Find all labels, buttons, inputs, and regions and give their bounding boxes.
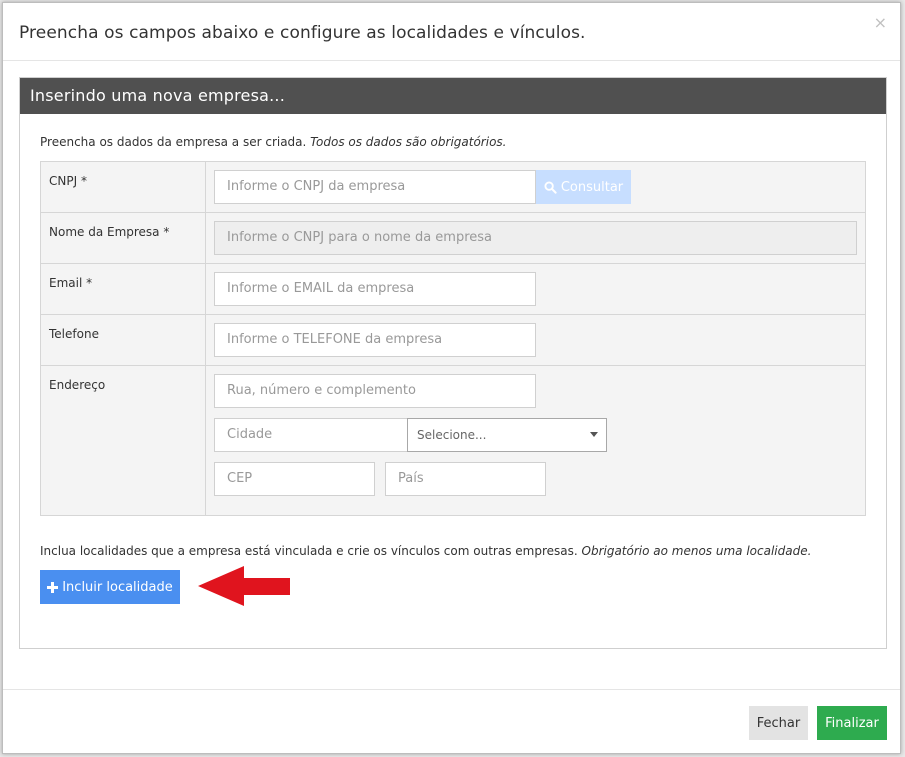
endereco-cell: Rua, número e complemento Cidade Selecio… (206, 366, 865, 515)
email-label: Email * (41, 264, 206, 314)
modal-title: Preencha os campos abaixo e configure as… (19, 23, 586, 43)
form-row-telefone: Telefone Informe o TELEFONE da empresa (41, 315, 865, 366)
form-row-endereco: Endereço Rua, número e complemento Cidad… (41, 366, 865, 515)
telefone-cell: Informe o TELEFONE da empresa (206, 315, 865, 365)
nome-label: Nome da Empresa * (41, 213, 206, 263)
company-panel: Inserindo uma nova empresa... Preencha o… (19, 77, 887, 649)
cidade-input[interactable]: Cidade (214, 418, 408, 452)
nome-input: Informe o CNPJ para o nome da empresa (214, 221, 857, 255)
plus-icon (47, 581, 59, 593)
intro-text: Preencha os dados da empresa a ser criad… (40, 135, 506, 149)
incluir-localidade-label: Incluir localidade (62, 579, 173, 595)
modal-dialog: Preencha os campos abaixo e configure as… (2, 2, 901, 754)
cnpj-input[interactable]: Informe o CNPJ da empresa (214, 170, 536, 204)
modal-footer: Fechar Finalizar (3, 689, 900, 753)
search-icon (544, 180, 557, 194)
estado-selected-value: Selecione... (417, 428, 487, 442)
intro-text-plain: Preencha os dados da empresa a ser criad… (40, 135, 311, 149)
form-row-email: Email * Informe o EMAIL da empresa (41, 264, 865, 315)
telefone-input[interactable]: Informe o TELEFONE da empresa (214, 323, 536, 357)
form-row-nome: Nome da Empresa * Informe o CNPJ para o … (41, 213, 865, 264)
localidades-text: Inclua localidades que a empresa está vi… (40, 544, 811, 558)
modal-header: Preencha os campos abaixo e configure as… (3, 3, 900, 61)
email-cell: Informe o EMAIL da empresa (206, 264, 865, 314)
telefone-label: Telefone (41, 315, 206, 365)
cnpj-label: CNPJ * (41, 162, 206, 212)
cnpj-cell: Informe o CNPJ da empresa Consultar (206, 162, 865, 212)
email-input[interactable]: Informe o EMAIL da empresa (214, 272, 536, 306)
rua-input[interactable]: Rua, número e complemento (214, 374, 536, 408)
form-row-cnpj: CNPJ * Informe o CNPJ da empresa Consult… (41, 162, 865, 213)
red-arrow-left-icon (198, 566, 290, 606)
chevron-down-icon (590, 432, 598, 437)
close-icon[interactable]: × (874, 15, 887, 31)
nome-cell: Informe o CNPJ para o nome da empresa (206, 213, 865, 263)
localidades-text-italic: Obrigatório ao menos uma localidade. (581, 544, 812, 558)
consultar-button[interactable]: Consultar (536, 170, 631, 204)
company-form: CNPJ * Informe o CNPJ da empresa Consult… (40, 161, 866, 516)
consultar-label: Consultar (560, 179, 624, 195)
incluir-localidade-button[interactable]: Incluir localidade (40, 570, 180, 604)
pais-input[interactable]: País (385, 462, 546, 496)
finalizar-button[interactable]: Finalizar (817, 706, 887, 740)
localidades-text-plain: Inclua localidades que a empresa está vi… (40, 544, 582, 558)
endereco-label: Endereço (41, 366, 206, 515)
estado-select[interactable]: Selecione... (407, 418, 607, 452)
panel-heading: Inserindo uma nova empresa... (20, 78, 886, 114)
fechar-button[interactable]: Fechar (749, 706, 808, 740)
intro-text-italic: Todos os dados são obrigatórios. (310, 135, 507, 149)
cep-input[interactable]: CEP (214, 462, 375, 496)
